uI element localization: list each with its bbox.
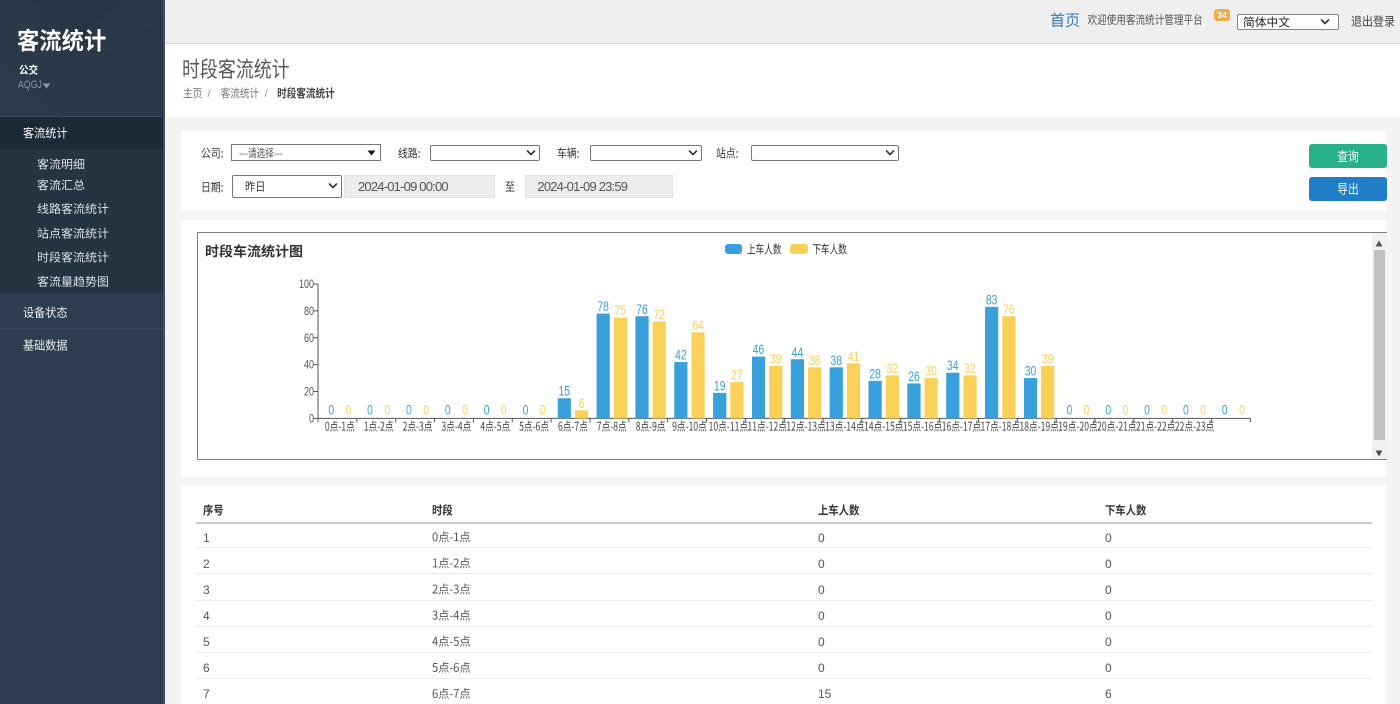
svg-text:0: 0 (462, 402, 468, 418)
svg-text:60: 60 (304, 333, 314, 345)
svg-text:38: 38 (809, 352, 821, 368)
svg-text:0: 0 (540, 402, 546, 418)
svg-text:83: 83 (986, 292, 998, 308)
svg-text:6: 6 (579, 395, 585, 411)
svg-text:0: 0 (445, 402, 451, 418)
svg-text:0: 0 (346, 402, 352, 418)
svg-text:39: 39 (770, 351, 782, 367)
svg-text:72: 72 (653, 307, 665, 323)
svg-text:32: 32 (887, 360, 899, 376)
svg-text:46: 46 (753, 342, 765, 358)
svg-text:26: 26 (908, 369, 920, 385)
svg-text:64: 64 (692, 317, 704, 333)
svg-text:42: 42 (675, 347, 687, 363)
svg-text:41: 41 (848, 348, 860, 364)
svg-text:32: 32 (964, 360, 976, 376)
svg-text:78: 78 (597, 299, 609, 315)
svg-text:0: 0 (406, 402, 412, 418)
svg-text:0: 0 (1084, 402, 1090, 418)
svg-text:80: 80 (304, 306, 314, 318)
svg-text:0: 0 (1222, 402, 1228, 418)
svg-text:38: 38 (830, 352, 842, 368)
svg-text:15: 15 (559, 383, 571, 399)
svg-text:0: 0 (1066, 402, 1072, 418)
svg-text:40: 40 (304, 360, 314, 372)
svg-text:44: 44 (792, 344, 804, 360)
svg-text:27: 27 (731, 367, 743, 383)
svg-text:0: 0 (1239, 402, 1245, 418)
svg-text:0: 0 (1105, 402, 1111, 418)
svg-text:0: 0 (328, 402, 334, 418)
svg-text:0: 0 (1123, 402, 1129, 418)
svg-text:75: 75 (615, 303, 627, 319)
svg-text:34: 34 (947, 358, 959, 374)
svg-text:0: 0 (1161, 402, 1167, 418)
svg-text:20: 20 (304, 387, 314, 399)
svg-text:0: 0 (523, 402, 529, 418)
svg-text:39: 39 (1042, 351, 1054, 367)
svg-text:19: 19 (714, 378, 726, 394)
svg-text:30: 30 (1025, 363, 1037, 379)
svg-text:0: 0 (1144, 402, 1150, 418)
svg-text:0: 0 (384, 402, 390, 418)
svg-text:0: 0 (1200, 402, 1206, 418)
svg-text:28: 28 (869, 366, 881, 382)
svg-text:0: 0 (484, 402, 490, 418)
svg-text:100: 100 (299, 279, 314, 291)
svg-text:76: 76 (1003, 301, 1015, 317)
svg-text:0: 0 (1183, 402, 1189, 418)
svg-text:0: 0 (501, 402, 507, 418)
svg-text:0: 0 (367, 402, 373, 418)
svg-text:0: 0 (423, 402, 429, 418)
svg-text:30: 30 (925, 363, 937, 379)
svg-text:76: 76 (636, 301, 648, 317)
svg-text:0: 0 (309, 413, 314, 425)
